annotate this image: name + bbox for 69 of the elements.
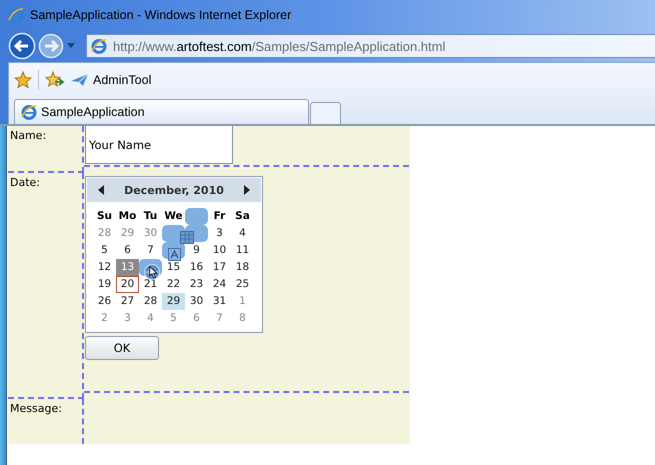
paper-plane-icon (71, 74, 89, 86)
mouse-pointer-icon (149, 266, 158, 279)
day-cell[interactable]: 29 (116, 225, 139, 242)
browser-tab[interactable]: SampleApplication (14, 99, 309, 124)
back-button[interactable] (8, 32, 36, 60)
field-label: Date: (10, 176, 40, 189)
day-cell[interactable]: 28 (139, 293, 162, 310)
add-favorite-icon[interactable] (45, 70, 65, 88)
day-cell[interactable]: 3 (116, 310, 139, 327)
field-label: Name: (10, 129, 46, 142)
day-cell[interactable]: 4 (139, 310, 162, 327)
day-cell[interactable]: 30 (185, 293, 208, 310)
url-text: http://www.artoftest.com/Samples/SampleApplication.html (113, 38, 446, 54)
day-cell[interactable]: 22 (162, 276, 185, 293)
day-cell[interactable]: 19 (93, 276, 116, 293)
day-cell[interactable]: 23 (185, 276, 208, 293)
day-cell[interactable]: 21 (139, 276, 162, 293)
day-cell[interactable]: 12 (93, 259, 116, 276)
floating-menu-tile[interactable] (185, 208, 208, 225)
day-cell[interactable]: 2 (93, 310, 116, 327)
day-cell[interactable]: 15 (162, 259, 185, 276)
next-month-icon[interactable] (243, 185, 251, 195)
weekday-label: Fr (212, 209, 226, 222)
day-cell[interactable]: 18 (231, 259, 254, 276)
dropdown-caret-icon[interactable] (66, 43, 76, 49)
forward-button[interactable] (38, 33, 64, 59)
field-label: Message: (10, 402, 62, 415)
text-box-icon[interactable] (168, 248, 181, 261)
day-cell[interactable]: 17 (208, 259, 231, 276)
address-field[interactable]: http://www.artoftest.com/Samples/SampleApplication.html (86, 34, 655, 58)
day-cell[interactable]: 28 (93, 225, 116, 242)
day-cell[interactable]: 1 (231, 293, 254, 310)
day-cell[interactable]: 9 (185, 242, 208, 259)
window-title: SampleApplication - Windows Internet Explorer (30, 8, 292, 22)
month-title: December, 2010 (124, 184, 224, 196)
day-cell[interactable]: 7 (139, 242, 162, 259)
day-cell[interactable]: 20 (116, 276, 139, 293)
page-icon (91, 38, 107, 54)
day-cell[interactable]: 29 (162, 293, 185, 310)
day-cell[interactable]: 16 (185, 259, 208, 276)
weekday-label: Sa (234, 209, 251, 222)
day-cell[interactable]: 5 (162, 310, 185, 327)
tab-title: SampleApplication (41, 105, 145, 119)
weekday-label: Mo (118, 209, 138, 222)
day-cell[interactable]: 3 (208, 225, 231, 242)
weekday-label: We (163, 209, 184, 222)
day-cell[interactable]: 8 (231, 310, 254, 327)
day-cell[interactable]: 6 (116, 242, 139, 259)
day-cell[interactable]: 4 (231, 225, 254, 242)
name-field[interactable]: Your Name (85, 126, 233, 164)
weekday-label: Su (96, 209, 114, 222)
favorites-star-icon[interactable] (14, 70, 32, 88)
day-cell[interactable]: 24 (208, 276, 231, 293)
day-cell[interactable]: 5 (93, 242, 116, 259)
previous-month-icon[interactable] (97, 185, 105, 195)
day-cell[interactable]: 31 (208, 293, 231, 310)
favorite-link[interactable]: AdminTool (71, 72, 152, 86)
day-cell[interactable]: 26 (93, 293, 116, 310)
day-cell[interactable]: 25 (231, 276, 254, 293)
day-cell[interactable]: 30 (139, 225, 162, 242)
browser-icon (8, 7, 24, 23)
day-cell[interactable]: 6 (185, 310, 208, 327)
weekday-label: Tu (142, 209, 158, 222)
ok-button[interactable]: OK (85, 336, 159, 360)
day-cell[interactable]: 27 (116, 293, 139, 310)
day-cell[interactable]: 7 (208, 310, 231, 327)
day-cell[interactable]: 11 (231, 242, 254, 259)
browser-icon (21, 104, 37, 120)
day-cell[interactable]: 10 (208, 242, 231, 259)
